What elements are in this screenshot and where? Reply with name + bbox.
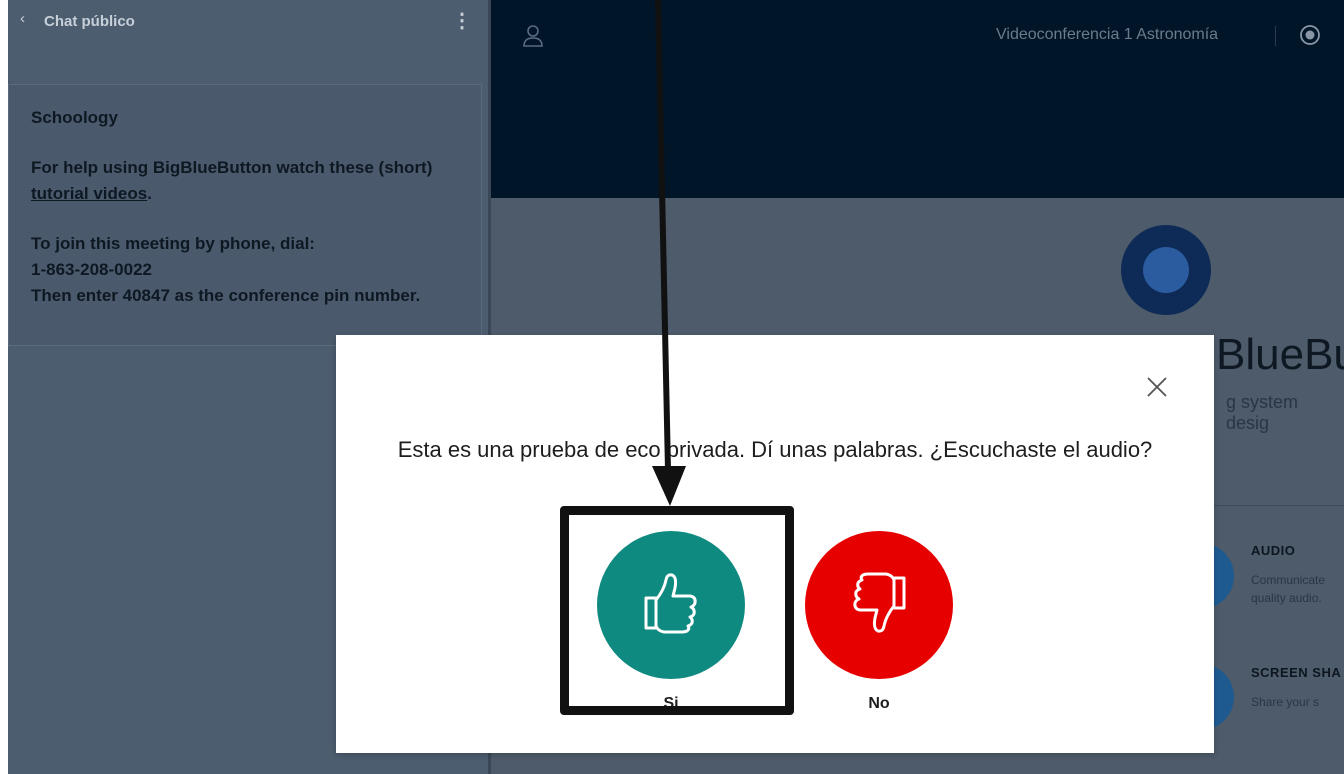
brand-title: BlueBu bbox=[1216, 330, 1344, 379]
phone-line-3: Then enter 40847 as the conference pin n… bbox=[31, 286, 421, 305]
topbar-separator bbox=[1275, 26, 1276, 46]
help-suffix: . bbox=[147, 184, 152, 203]
yes-button[interactable]: Si bbox=[596, 531, 746, 713]
feature-desc-audio-2: quality audio. bbox=[1251, 591, 1322, 605]
feature-desc-audio-1: Communicate bbox=[1251, 573, 1326, 587]
chat-header: ‹ Chat público ⋮ bbox=[8, 0, 488, 84]
phone-info: To join this meeting by phone, dial: 1-8… bbox=[31, 231, 459, 309]
thumbs-down-icon bbox=[853, 572, 906, 633]
more-options-icon[interactable]: ⋮ bbox=[452, 8, 472, 33]
no-circle[interactable] bbox=[805, 531, 953, 679]
chat-title[interactable]: Chat público bbox=[44, 13, 135, 30]
help-text: For help using BigBlueButton watch these… bbox=[31, 158, 433, 177]
feature-title-audio: AUDIO bbox=[1251, 543, 1296, 558]
welcome-message: Schoology For help using BigBlueButton w… bbox=[8, 84, 482, 346]
brand-subtitle: g system desig bbox=[1226, 392, 1299, 433]
no-button[interactable]: No bbox=[804, 531, 954, 713]
phone-number: 1-863-208-0022 bbox=[31, 260, 152, 279]
close-icon[interactable] bbox=[1144, 374, 1170, 400]
yes-circle[interactable] bbox=[597, 531, 745, 679]
thumbs-up-icon bbox=[644, 573, 697, 634]
yes-label: Si bbox=[663, 695, 679, 712]
record-icon[interactable] bbox=[1299, 24, 1321, 46]
phone-line-1: To join this meeting by phone, dial: bbox=[31, 234, 315, 253]
welcome-help: For help using BigBlueButton watch these… bbox=[31, 155, 459, 207]
echo-test-question: Esta es una prueba de eco privada. Dí un… bbox=[397, 437, 1153, 462]
feature-title-screenshare: SCREEN SHA bbox=[1251, 665, 1342, 680]
echo-test-modal: Esta es una prueba de eco privada. Dí un… bbox=[336, 335, 1214, 753]
feature-divider bbox=[1210, 505, 1344, 506]
no-label: No bbox=[868, 695, 890, 712]
user-icon[interactable] bbox=[522, 24, 544, 48]
welcome-heading: Schoology bbox=[31, 108, 118, 127]
tutorial-videos-link[interactable]: tutorial videos bbox=[31, 184, 147, 203]
back-chevron-icon[interactable]: ‹ bbox=[20, 10, 25, 27]
feature-desc-screenshare: Share your s bbox=[1251, 695, 1320, 709]
bigbluebutton-logo-icon bbox=[1121, 225, 1211, 315]
conference-title: Videoconferencia 1 Astronomía bbox=[996, 26, 1219, 43]
